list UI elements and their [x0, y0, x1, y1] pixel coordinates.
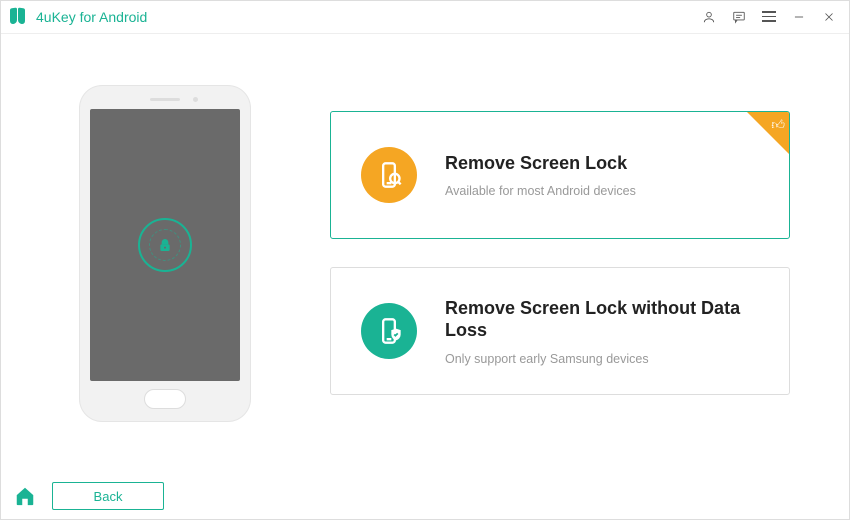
option-title: Remove Screen Lock — [445, 152, 636, 175]
options-list: 👍︎ Remove Screen Lock Available for most… — [330, 111, 850, 395]
main-content: 👍︎ Remove Screen Lock Available for most… — [0, 34, 850, 472]
minimize-button[interactable] — [784, 2, 814, 32]
option-title: Remove Screen Lock without Data Loss — [445, 297, 759, 342]
phone-illustration-wrap — [0, 86, 330, 421]
app-logo — [10, 8, 28, 26]
footer: Back — [0, 472, 850, 520]
thumbs-up-icon: 👍︎ — [771, 117, 785, 133]
back-button[interactable]: Back — [52, 482, 164, 510]
menu-icon[interactable] — [754, 2, 784, 32]
phone-unlock-icon — [361, 147, 417, 203]
titlebar: 4uKey for Android — [0, 0, 850, 34]
recommended-badge: 👍︎ — [747, 112, 789, 154]
feedback-icon[interactable] — [724, 2, 754, 32]
phone-illustration — [80, 86, 250, 421]
home-icon[interactable] — [14, 485, 36, 507]
close-button[interactable] — [814, 2, 844, 32]
phone-shield-icon — [361, 303, 417, 359]
lock-icon — [138, 218, 192, 272]
option-subtitle: Available for most Android devices — [445, 184, 636, 198]
option-remove-lock-no-data-loss[interactable]: Remove Screen Lock without Data Loss Onl… — [330, 267, 790, 395]
option-subtitle: Only support early Samsung devices — [445, 352, 759, 366]
app-title: 4uKey for Android — [36, 9, 147, 25]
option-remove-screen-lock[interactable]: 👍︎ Remove Screen Lock Available for most… — [330, 111, 790, 239]
account-icon[interactable] — [694, 2, 724, 32]
